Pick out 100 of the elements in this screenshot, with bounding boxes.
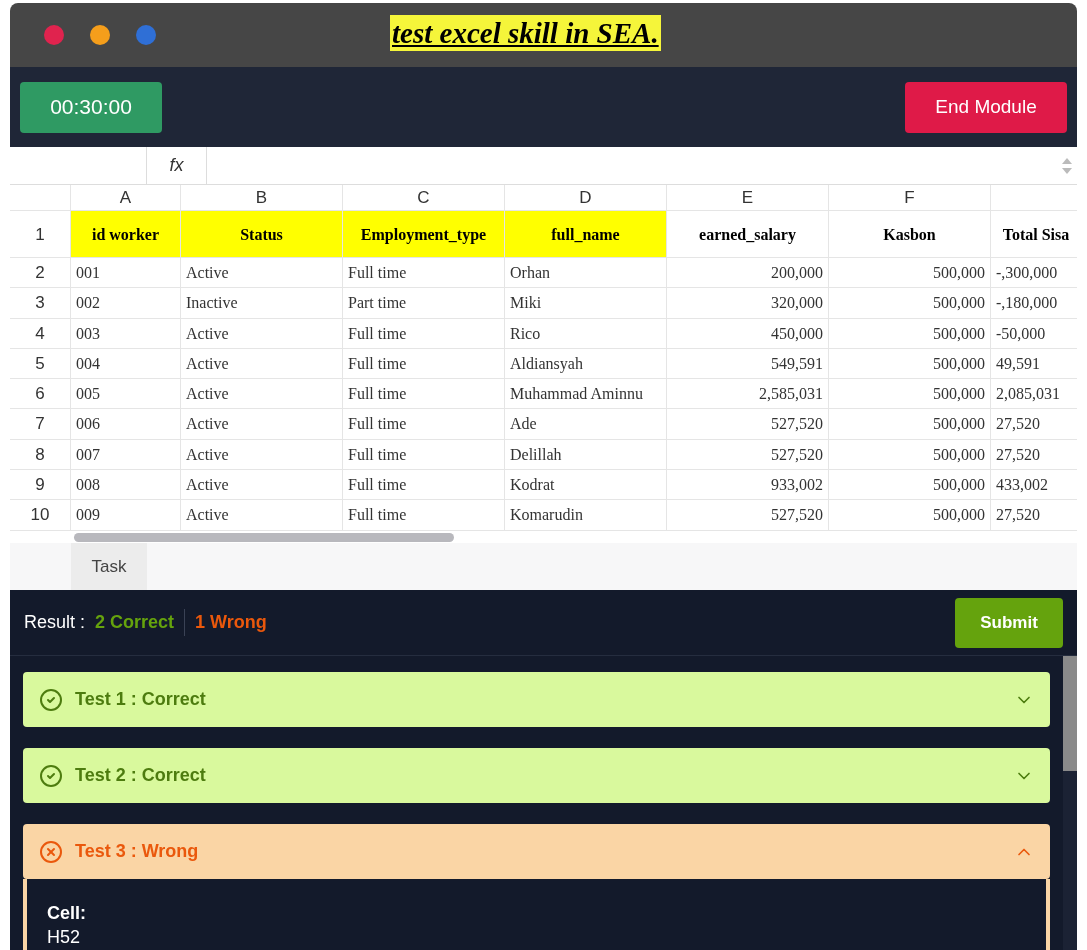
table-cell: Orhan — [505, 258, 667, 288]
table-cell: 27,520 — [991, 439, 1077, 470]
table-cell: 500,000 — [829, 439, 991, 470]
result-label: Result : — [24, 611, 86, 634]
row-number: 10 — [10, 500, 71, 530]
table-header-cell: Status — [181, 211, 343, 257]
table-cell: Ade — [505, 409, 667, 439]
table-cell: Active — [181, 409, 343, 439]
table-cell: 200,000 — [667, 258, 829, 288]
test-title: Test 2 : Correct — [75, 764, 206, 787]
timer-badge: 00:30:00 — [20, 81, 162, 133]
table-cell: Full time — [343, 348, 505, 379]
table-cell: 004 — [71, 348, 181, 379]
table-cell: Full time — [343, 258, 505, 288]
caption-text: test excel skill in SEA. — [390, 15, 661, 51]
table-cell: -,300,000 — [991, 258, 1077, 288]
table-cell: Active — [181, 439, 343, 470]
table-cell: Full time — [343, 439, 505, 470]
table-cell: Full time — [343, 318, 505, 348]
table-cell: 500,000 — [829, 288, 991, 318]
table-cell: 005 — [71, 379, 181, 409]
table-cell: Active — [181, 500, 343, 530]
table-cell: Delillah — [505, 439, 667, 470]
row-number: 8 — [10, 439, 71, 470]
table-cell: 527,520 — [667, 439, 829, 470]
table-cell: 003 — [71, 318, 181, 348]
table-cell: Active — [181, 258, 343, 288]
table-cell: Rico — [505, 318, 667, 348]
table-cell: 009 — [71, 500, 181, 530]
check-circle-icon — [39, 763, 63, 788]
table-cell: 527,520 — [667, 409, 829, 439]
table-cell: Active — [181, 318, 343, 348]
row-number: 9 — [10, 470, 71, 500]
table-cell: 001 — [71, 258, 181, 288]
table-cell: -50,000 — [991, 318, 1077, 348]
sheet-tab[interactable]: Task — [71, 542, 147, 590]
table-cell: 320,000 — [667, 288, 829, 318]
column-header[interactable]: A — [71, 185, 181, 210]
table-cell: Full time — [343, 500, 505, 530]
table-cell: 49,591 — [991, 348, 1077, 379]
table-cell: 2,585,031 — [667, 379, 829, 409]
table-header-cell: Employment_type — [343, 211, 505, 257]
table-cell: -,180,000 — [991, 288, 1077, 318]
table-cell: Full time — [343, 470, 505, 500]
table-cell: Komarudin — [505, 500, 667, 530]
test-result-header[interactable]: Test 2 : Correct — [23, 748, 1050, 803]
row-number: 3 — [10, 288, 71, 318]
detail-value: H52 — [47, 926, 82, 949]
table-cell: 500,000 — [829, 409, 991, 439]
table-cell: 500,000 — [829, 348, 991, 379]
table-cell: Active — [181, 379, 343, 409]
table-cell: 549,591 — [667, 348, 829, 379]
column-header[interactable]: E — [667, 185, 829, 210]
test-result-header[interactable]: Test 1 : Correct — [23, 672, 1050, 727]
table-cell: 006 — [71, 409, 181, 439]
table-cell: 007 — [71, 439, 181, 470]
table-cell: 450,000 — [667, 318, 829, 348]
table-cell: 500,000 — [829, 318, 991, 348]
table-header-cell: id worker — [71, 211, 181, 257]
check-circle-icon — [39, 687, 63, 712]
table-cell: Miki — [505, 288, 667, 318]
table-cell: 008 — [71, 470, 181, 500]
detail-label: Cell: — [47, 902, 87, 925]
table-header-cell: full_name — [505, 211, 667, 257]
table-cell: Full time — [343, 409, 505, 439]
table-cell: 500,000 — [829, 500, 991, 530]
table-cell: Active — [181, 470, 343, 500]
row-number: 5 — [10, 348, 71, 379]
wrong-count: 1 Wrong — [195, 611, 267, 634]
table-cell: 527,520 — [667, 500, 829, 530]
table-cell: 933,002 — [667, 470, 829, 500]
test-title: Test 1 : Correct — [75, 688, 206, 711]
row-number: 4 — [10, 318, 71, 348]
horizontal-scrollbar[interactable] — [74, 532, 454, 542]
table-cell: Kodrat — [505, 470, 667, 500]
column-header[interactable]: F — [829, 185, 991, 210]
fx-label: fx — [147, 147, 207, 184]
table-cell: Muhammad Aminnu — [505, 379, 667, 409]
table-cell: 27,520 — [991, 409, 1077, 439]
column-header[interactable]: B — [181, 185, 343, 210]
table-cell: Inactive — [181, 288, 343, 318]
table-cell: 2,085,031 — [991, 379, 1077, 409]
table-cell: 27,520 — [991, 500, 1077, 530]
table-cell: Part time — [343, 288, 505, 318]
column-header[interactable]: C — [343, 185, 505, 210]
test-title: Test 3 : Wrong — [75, 840, 199, 863]
table-cell: Aldiansyah — [505, 348, 667, 379]
table-cell: 500,000 — [829, 258, 991, 288]
table-cell: 500,000 — [829, 470, 991, 500]
row-number: 7 — [10, 409, 71, 439]
row-number: 6 — [10, 379, 71, 409]
table-cell: 002 — [71, 288, 181, 318]
table-cell: Full time — [343, 379, 505, 409]
correct-count: 2 Correct — [95, 609, 186, 636]
end-module-button[interactable]: End Module — [905, 81, 1067, 133]
row-number: 2 — [10, 258, 71, 288]
table-cell: 500,000 — [829, 379, 991, 409]
vertical-scrollbar[interactable] — [1063, 656, 1077, 771]
column-header[interactable]: D — [505, 185, 667, 210]
x-circle-icon — [39, 839, 63, 864]
